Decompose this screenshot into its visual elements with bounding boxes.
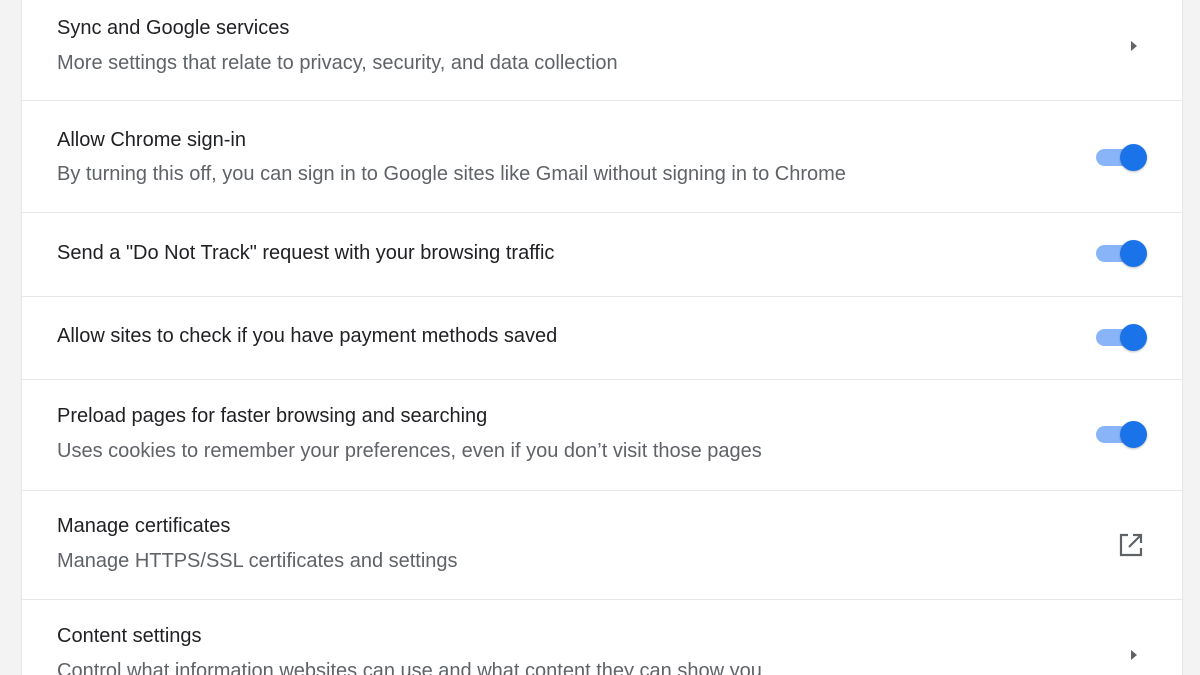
setting-title: Manage certificates [57,515,231,537]
settings-row-allow-chrome-signin[interactable]: Allow Chrome sign-in By turning this off… [22,101,1182,213]
toggle-knob [1120,240,1147,267]
setting-subtitle: More settings that relate to privacy, se… [57,52,618,74]
preload-pages-toggle[interactable] [1094,419,1150,449]
setting-title: Allow sites to check if you have payment… [57,325,558,347]
chevron-right-icon[interactable] [1126,647,1142,663]
setting-title: Preload pages for faster browsing and se… [57,405,488,427]
settings-card: Sync and Google services More settings t… [21,0,1183,675]
do-not-track-toggle[interactable] [1094,238,1150,268]
settings-row-content-settings[interactable]: Content settings Control what informatio… [22,600,1182,675]
settings-row-do-not-track[interactable]: Send a "Do Not Track" request with your … [22,213,1182,297]
toggle-knob [1120,144,1147,171]
setting-subtitle: Control what information websites can us… [57,660,762,675]
toggle-knob [1120,324,1147,351]
toggle-knob [1120,421,1147,448]
open-in-new-icon[interactable] [1116,530,1146,560]
setting-title: Sync and Google services [57,17,290,39]
settings-row-payment-methods[interactable]: Allow sites to check if you have payment… [22,297,1182,380]
setting-title: Send a "Do Not Track" request with your … [57,242,555,264]
setting-title: Content settings [57,625,202,647]
setting-subtitle: By turning this off, you can sign in to … [57,163,846,185]
settings-row-manage-certificates[interactable]: Manage certificates Manage HTTPS/SSL cer… [22,491,1182,600]
payment-methods-toggle[interactable] [1094,322,1150,352]
settings-row-sync-google-services[interactable]: Sync and Google services More settings t… [22,0,1182,101]
setting-title: Allow Chrome sign-in [57,129,246,151]
allow-chrome-signin-toggle[interactable] [1094,142,1150,172]
settings-row-preload-pages[interactable]: Preload pages for faster browsing and se… [22,380,1182,491]
setting-subtitle: Manage HTTPS/SSL certificates and settin… [57,550,458,572]
chevron-right-icon[interactable] [1126,38,1142,54]
setting-subtitle: Uses cookies to remember your preference… [57,440,762,462]
